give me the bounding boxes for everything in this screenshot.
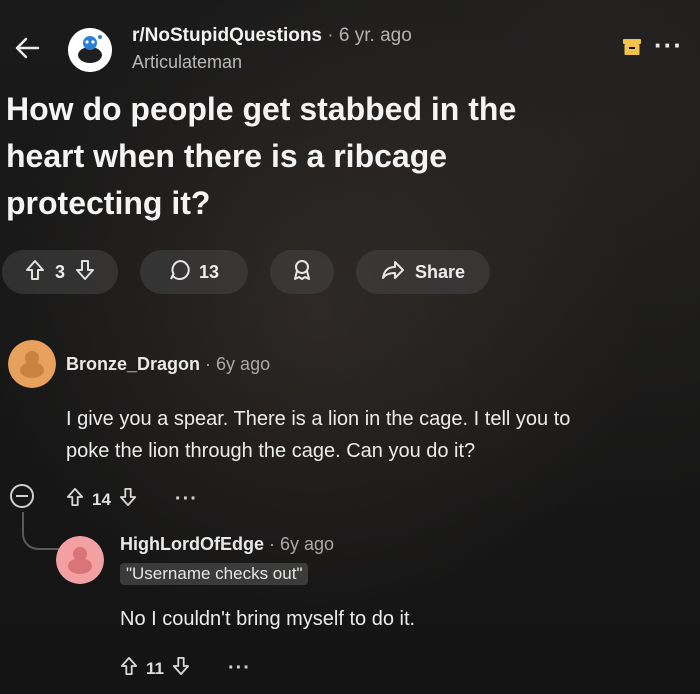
comment-count: 13	[198, 261, 220, 282]
subreddit-avatar[interactable]	[68, 28, 112, 72]
subreddit-name[interactable]: r/NoStupidQuestions · 6 yr. ago	[132, 25, 412, 47]
comment-author-line: Bronze_Dragon · 6y ago	[66, 354, 270, 375]
comment-age: 6y ago	[280, 534, 335, 554]
separator: ·	[269, 534, 275, 554]
comment-body: No I couldn't bring myself to do it.	[120, 608, 416, 630]
comments-button[interactable]: 13	[140, 250, 248, 294]
avatar[interactable]	[8, 340, 56, 388]
more-icon[interactable]: ···	[654, 30, 683, 61]
downvote-icon[interactable]	[172, 656, 190, 681]
post-author[interactable]: Articulateman	[132, 52, 242, 73]
upvote-icon[interactable]	[25, 259, 45, 286]
title-line: heart when there is a ribcage	[6, 138, 448, 174]
share-icon	[381, 260, 405, 285]
post-vote-count: 3	[54, 261, 65, 282]
back-arrow-icon[interactable]	[8, 28, 48, 68]
award-icon	[291, 259, 313, 286]
comment-age: 6y ago	[216, 354, 271, 374]
avatar[interactable]	[56, 536, 104, 584]
comment-text-line: poke the lion through the cage. Can you …	[66, 440, 476, 462]
save-icon[interactable]	[622, 38, 642, 56]
comment-author-line: HighLordOfEdge · 6y ago	[120, 534, 334, 555]
title-line: How do people get stabbed in the	[6, 91, 517, 127]
downvote-icon[interactable]	[75, 259, 95, 286]
upvote-icon[interactable]	[66, 487, 84, 512]
collapse-icon[interactable]	[10, 484, 34, 508]
comment-vote-count: 14	[92, 489, 111, 509]
share-label: Share	[414, 261, 466, 282]
more-icon[interactable]: ···	[175, 488, 198, 511]
comment-icon	[169, 259, 191, 286]
downvote-icon[interactable]	[119, 487, 137, 512]
post-vote-pill: 3	[2, 250, 118, 294]
award-button[interactable]	[270, 250, 334, 294]
comment-vote-row: 14 ···	[66, 487, 198, 512]
comment-author[interactable]: Bronze_Dragon	[66, 354, 200, 374]
subreddit-link[interactable]: r/NoStupidQuestions	[132, 25, 322, 46]
user-flair: "Username checks out"	[120, 563, 309, 585]
comment-body: I give you a spear. There is a lion in t…	[66, 403, 570, 467]
comment-vote-count: 11	[146, 658, 164, 678]
comment-author[interactable]: HighLordOfEdge	[120, 534, 264, 554]
separator: ·	[327, 25, 334, 46]
more-icon[interactable]: ···	[228, 657, 251, 680]
post-title: How do people get stabbed in the heart w…	[6, 86, 646, 227]
separator: ·	[205, 354, 212, 374]
post-age: 6 yr. ago	[338, 25, 412, 46]
title-line: protecting it?	[6, 185, 211, 221]
comment-vote-row: 11 ···	[120, 656, 251, 681]
upvote-icon[interactable]	[120, 656, 138, 681]
comment-text-line: I give you a spear. There is a lion in t…	[66, 408, 571, 430]
share-button[interactable]: Share	[356, 250, 490, 294]
